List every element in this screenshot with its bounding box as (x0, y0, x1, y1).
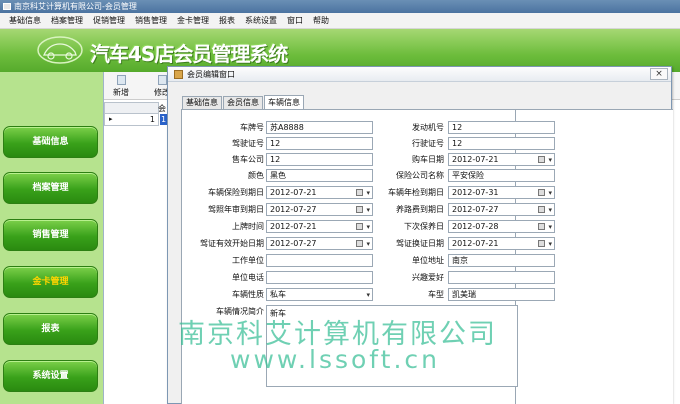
tab-strip: 基础信息 会员信息 车辆信息 (182, 95, 305, 109)
menu-bar: 基础信息 档案管理 促销管理 销售管理 金卡管理 报表 系统设置 窗口 帮助 (0, 13, 680, 29)
menu-help[interactable]: 帮助 (308, 13, 334, 28)
menu-promotion[interactable]: 促销管理 (88, 13, 130, 28)
work-unit-label: 工作单位 (232, 256, 264, 265)
app-icon (3, 3, 11, 10)
banner-title: 汽车4S店会员管理系统 (90, 42, 288, 66)
road-fee-expiry-picker[interactable]: 2012-07-27 ▾ (448, 203, 555, 216)
menu-window[interactable]: 窗口 (282, 13, 308, 28)
next-service-picker[interactable]: 2012-07-28 ▾ (448, 220, 555, 233)
unit-address-field[interactable]: 南京 (448, 254, 555, 267)
color-label: 颜色 (248, 171, 264, 180)
row-index: 1 (149, 115, 155, 124)
registration-time-label: 上牌时间 (232, 222, 264, 231)
license-review-expiry-label: 驾照年审到期日 (208, 205, 264, 214)
hobbies-field[interactable] (448, 271, 555, 284)
road-fee-expiry-label: 养路费到期日 (396, 205, 444, 214)
license-renewal-value: 2012-07-21 (452, 239, 499, 248)
menu-settings[interactable]: 系统设置 (240, 13, 282, 28)
dialog-icon (174, 70, 183, 79)
insurer-field[interactable]: 平安保险 (448, 169, 555, 182)
vehicle-nature-value: 私车 (270, 290, 286, 299)
next-service-label: 下次保养日 (404, 222, 444, 231)
watermark-url: www.lssoft.cn (230, 345, 440, 374)
nav-gold-card-button[interactable]: 金卡管理 (3, 266, 98, 298)
tab-vehicle-info[interactable]: 车辆信息 (264, 95, 304, 109)
calendar-icon (538, 206, 545, 213)
insurer-label: 保险公司名称 (396, 171, 444, 180)
chevron-down-icon: ▾ (548, 156, 552, 164)
vehicle-license-field[interactable]: 12 (448, 137, 555, 150)
insurance-expiry-value: 2012-07-21 (270, 188, 317, 197)
engine-no-label: 发动机号 (412, 123, 444, 132)
calendar-icon (538, 156, 545, 163)
chevron-down-icon: ▾ (548, 189, 552, 197)
chevron-down-icon: ▾ (548, 206, 552, 214)
engine-no-field[interactable]: 12 (448, 121, 555, 134)
tab-basic-info[interactable]: 基础信息 (182, 96, 222, 109)
annual-check-expiry-label: 车辆年检到期日 (388, 188, 444, 197)
edit-icon (157, 75, 167, 85)
annual-check-expiry-value: 2012-07-31 (452, 188, 499, 197)
menu-gold-card[interactable]: 金卡管理 (172, 13, 214, 28)
license-review-expiry-value: 2012-07-27 (270, 205, 317, 214)
new-button[interactable]: 新增 (107, 75, 135, 98)
license-renewal-picker[interactable]: 2012-07-21 ▾ (448, 237, 555, 250)
row-pointer-icon: ▸ (109, 115, 113, 123)
grid-header: 会 (104, 102, 166, 114)
new-icon (116, 75, 126, 85)
calendar-icon (538, 223, 545, 230)
close-button[interactable]: × (650, 68, 668, 80)
calendar-icon (538, 240, 545, 247)
calendar-icon (538, 189, 545, 196)
registration-time-value: 2012-07-21 (270, 222, 317, 231)
plate-no-label: 车牌号 (240, 123, 264, 132)
new-label: 新增 (113, 88, 129, 97)
table-row[interactable]: ▸ 1 1 (104, 114, 170, 126)
nav-sales-button[interactable]: 销售管理 (3, 219, 98, 251)
license-renewal-label: 驾证换证日期 (396, 239, 444, 248)
menu-sales[interactable]: 销售管理 (130, 13, 172, 28)
member-grid: 会 ▸ 1 1 (104, 102, 170, 402)
unit-phone-label: 单位电话 (232, 273, 264, 282)
menu-reports[interactable]: 报表 (214, 13, 240, 28)
unit-address-label: 单位地址 (412, 256, 444, 265)
license-valid-start-label: 驾证有效开始日期 (200, 239, 264, 248)
purchase-date-label: 购车日期 (412, 155, 444, 164)
nav-reports-button[interactable]: 报表 (3, 313, 98, 345)
window-title-bar: 南京科艾计算机有限公司-会员管理 (0, 0, 680, 13)
purchase-date-value: 2012-07-21 (452, 155, 499, 164)
menu-archive[interactable]: 档案管理 (46, 13, 88, 28)
road-fee-expiry-value: 2012-07-27 (452, 205, 499, 214)
sidebar: 基础信息 档案管理 销售管理 金卡管理 报表 系统设置 (0, 72, 103, 404)
grid-column-header[interactable]: 会 (158, 103, 166, 114)
sale-company-label: 售车公司 (232, 155, 264, 164)
dialog-title-bar: 会员编辑窗口 × (168, 67, 671, 82)
vehicle-license-label: 行驶证号 (412, 139, 444, 148)
chevron-down-icon: ▾ (548, 223, 552, 231)
driving-license-label: 驾驶证号 (232, 139, 264, 148)
window-title: 南京科艾计算机有限公司-会员管理 (14, 2, 137, 11)
chevron-down-icon: ▾ (548, 240, 552, 248)
purchase-date-picker[interactable]: 2012-07-21 ▾ (448, 153, 555, 166)
tab-member-info[interactable]: 会员信息 (223, 96, 263, 109)
menu-basic-info[interactable]: 基础信息 (4, 13, 46, 28)
license-valid-start-value: 2012-07-27 (270, 239, 317, 248)
annual-check-expiry-picker[interactable]: 2012-07-31 ▾ (448, 186, 555, 199)
nav-settings-button[interactable]: 系统设置 (3, 360, 98, 392)
nav-archive-button[interactable]: 档案管理 (3, 172, 98, 204)
insurance-expiry-label: 车辆保险到期日 (208, 188, 264, 197)
nav-basic-info-button[interactable]: 基础信息 (3, 126, 98, 158)
next-service-value: 2012-07-28 (452, 222, 499, 231)
car-logo-icon (37, 36, 83, 64)
model-label: 车型 (428, 290, 444, 299)
dialog-title: 会员编辑窗口 (187, 70, 235, 79)
hobbies-label: 兴趣爱好 (412, 273, 444, 282)
vehicle-nature-label: 车辆性质 (232, 290, 264, 299)
model-field[interactable]: 凯美瑞 (448, 288, 555, 301)
